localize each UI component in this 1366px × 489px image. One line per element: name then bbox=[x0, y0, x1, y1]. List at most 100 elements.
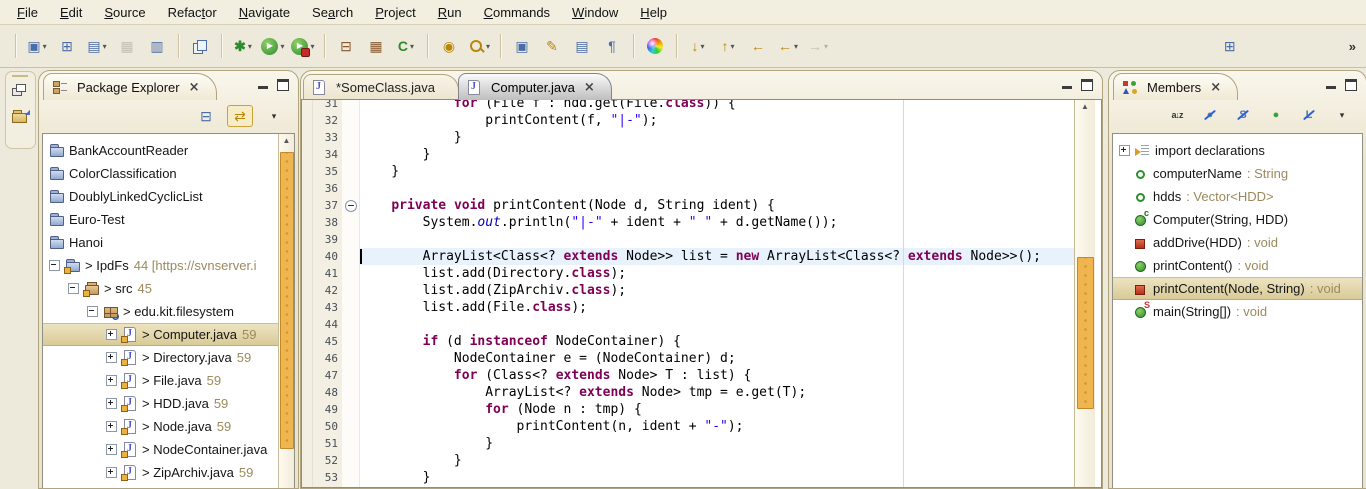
members-tab[interactable]: Members × bbox=[1113, 73, 1238, 100]
tree-item[interactable]: > Computer.java59 bbox=[43, 323, 294, 346]
tree-item[interactable]: > edu.kit.filesystem bbox=[43, 300, 294, 323]
color-theme-button[interactable] bbox=[641, 34, 669, 58]
code-editor[interactable]: for (File f : hdd.get(File.class)) { pri… bbox=[360, 100, 1074, 487]
tree-item[interactable]: ColorClassification bbox=[43, 162, 294, 185]
package-explorer-tab[interactable]: Package Explorer × bbox=[43, 73, 217, 100]
tree-expander[interactable] bbox=[106, 352, 117, 363]
mark-occurrences-button[interactable]: ▣ bbox=[508, 34, 536, 58]
tree-expander[interactable] bbox=[106, 444, 117, 455]
scroll-up-icon[interactable]: ▲ bbox=[1075, 100, 1095, 114]
scrollbar-thumb[interactable] bbox=[1077, 257, 1094, 409]
new-class-button[interactable]: C▾ bbox=[392, 34, 420, 58]
next-annotation-button[interactable]: ↓▾ bbox=[684, 34, 712, 58]
debug-button[interactable]: ✱▾ bbox=[229, 34, 257, 58]
menu-file[interactable]: File bbox=[6, 2, 49, 23]
folding-gutter[interactable] bbox=[342, 100, 360, 487]
member-item[interactable]: hdds : Vector<HDD> bbox=[1113, 185, 1362, 208]
scrollbar-thumb[interactable] bbox=[280, 152, 294, 449]
tree-expander[interactable] bbox=[1119, 145, 1130, 156]
tree-item[interactable]: Hanoi bbox=[43, 231, 294, 254]
menu-refactor[interactable]: Refactor bbox=[157, 2, 228, 23]
new-wizard-button[interactable]: ▣▾ bbox=[23, 34, 51, 58]
tree-expander[interactable] bbox=[106, 329, 117, 340]
menu-search[interactable]: Search bbox=[301, 2, 364, 23]
run-button[interactable]: ▶▾ bbox=[259, 34, 287, 58]
new-package-button[interactable]: ▦ bbox=[362, 34, 390, 58]
tree-expander[interactable] bbox=[106, 467, 117, 478]
link-with-editor-button[interactable]: ⇄ bbox=[227, 105, 253, 127]
new-editor-button[interactable]: ⊞ bbox=[53, 34, 81, 58]
menu-project[interactable]: Project bbox=[364, 2, 426, 23]
run-last-button[interactable]: ▶▾ bbox=[289, 34, 317, 58]
tree-expander[interactable] bbox=[106, 398, 117, 409]
tree-item[interactable]: > Node.java59 bbox=[43, 415, 294, 438]
maximize-icon[interactable] bbox=[277, 79, 289, 91]
open-type-button[interactable]: ◉ bbox=[435, 34, 463, 58]
compare-views-button[interactable] bbox=[186, 34, 214, 58]
tree-item[interactable]: BankAccountReader bbox=[43, 139, 294, 162]
new-java-project-button[interactable]: ⊟ bbox=[332, 34, 360, 58]
collapse-all-button[interactable]: ⊟ bbox=[194, 106, 218, 126]
close-icon[interactable]: × bbox=[584, 81, 595, 94]
restore-fast-view-button[interactable] bbox=[11, 82, 29, 98]
scroll-up-icon[interactable]: ▲ bbox=[279, 134, 294, 148]
tree-expander[interactable] bbox=[49, 260, 60, 271]
previous-annotation-button[interactable]: ↑▾ bbox=[714, 34, 742, 58]
hide-fields-button[interactable]: ● bbox=[1198, 105, 1222, 125]
minimize-icon[interactable] bbox=[1062, 86, 1072, 89]
new-view-button[interactable]: ▤▾ bbox=[83, 34, 111, 58]
members-list-area[interactable]: import declarationscomputerName : String… bbox=[1112, 133, 1363, 488]
hide-local-types-button[interactable]: L bbox=[1297, 105, 1321, 125]
member-item[interactable]: Computer(String, HDD) bbox=[1113, 208, 1362, 231]
maximize-icon[interactable] bbox=[1345, 79, 1357, 91]
highlight-button[interactable]: ✎ bbox=[538, 34, 566, 58]
back-button[interactable]: ←▾ bbox=[774, 34, 802, 58]
maximize-icon[interactable] bbox=[1081, 79, 1093, 91]
last-edit-location-button[interactable]: ← bbox=[744, 34, 772, 58]
tree-expander[interactable] bbox=[87, 306, 98, 317]
forward-button[interactable]: →▾ bbox=[804, 34, 832, 58]
editor-scrollbar[interactable]: ▲ bbox=[1074, 100, 1095, 487]
show-source-button[interactable]: ▤ bbox=[568, 34, 596, 58]
package-explorer-tree[interactable]: BankAccountReaderColorClassificationDoub… bbox=[42, 133, 295, 488]
member-item[interactable]: computerName : String bbox=[1113, 162, 1362, 185]
menu-navigate[interactable]: Navigate bbox=[228, 2, 301, 23]
package-explorer-scrollbar[interactable]: ▲ bbox=[278, 134, 294, 488]
view-menu-button[interactable]: ▾ bbox=[262, 106, 286, 126]
tree-item[interactable]: > NodeContainer.java bbox=[43, 438, 294, 461]
menu-help[interactable]: Help bbox=[629, 2, 678, 23]
minimize-icon[interactable] bbox=[258, 86, 268, 89]
sort-members-button[interactable]: a↓z bbox=[1165, 105, 1189, 125]
tree-item[interactable]: > src45 bbox=[43, 277, 294, 300]
save-button[interactable]: ▦ bbox=[113, 34, 141, 58]
search-button[interactable]: ▾ bbox=[465, 34, 493, 58]
member-item[interactable]: printContent(Node, String) : void bbox=[1113, 277, 1362, 300]
hide-nonpublic-button[interactable]: ● bbox=[1264, 105, 1288, 125]
tree-expander[interactable] bbox=[106, 375, 117, 386]
close-icon[interactable]: × bbox=[1210, 81, 1221, 94]
minimize-icon[interactable] bbox=[1326, 86, 1336, 89]
member-item[interactable]: main(String[]) : void bbox=[1113, 300, 1362, 323]
tree-expander[interactable] bbox=[106, 421, 117, 432]
menu-source[interactable]: Source bbox=[93, 2, 156, 23]
menu-commands[interactable]: Commands bbox=[473, 2, 561, 23]
close-icon[interactable]: × bbox=[189, 81, 200, 94]
tree-item[interactable]: > HDD.java59 bbox=[43, 392, 294, 415]
tree-item[interactable]: > IpdFs44 [https://svnserver.i bbox=[43, 254, 294, 277]
member-item[interactable]: printContent() : void bbox=[1113, 254, 1362, 277]
tree-item[interactable]: Euro-Test bbox=[43, 208, 294, 231]
editor-tab-someclass[interactable]: *SomeClass.java bbox=[303, 74, 459, 99]
hide-static-button[interactable]: S bbox=[1231, 105, 1255, 125]
tree-item[interactable]: DoublyLinkedCyclicList bbox=[43, 185, 294, 208]
open-folder-fast-view-button[interactable] bbox=[11, 108, 29, 124]
member-item[interactable]: import declarations bbox=[1113, 139, 1362, 162]
print-button[interactable]: ▥ bbox=[143, 34, 171, 58]
tree-item[interactable]: > Directory.java59 bbox=[43, 346, 294, 369]
open-perspective-button[interactable]: ⊞ bbox=[1216, 34, 1244, 58]
member-item[interactable]: addDrive(HDD) : void bbox=[1113, 231, 1362, 254]
menu-window[interactable]: Window bbox=[561, 2, 629, 23]
tree-item[interactable]: > ZipArchiv.java59 bbox=[43, 461, 294, 484]
toolbar-overflow-button[interactable]: » bbox=[1349, 39, 1356, 54]
tree-item[interactable]: > File.java59 bbox=[43, 369, 294, 392]
editor-tab-computer[interactable]: Computer.java × bbox=[458, 73, 612, 100]
